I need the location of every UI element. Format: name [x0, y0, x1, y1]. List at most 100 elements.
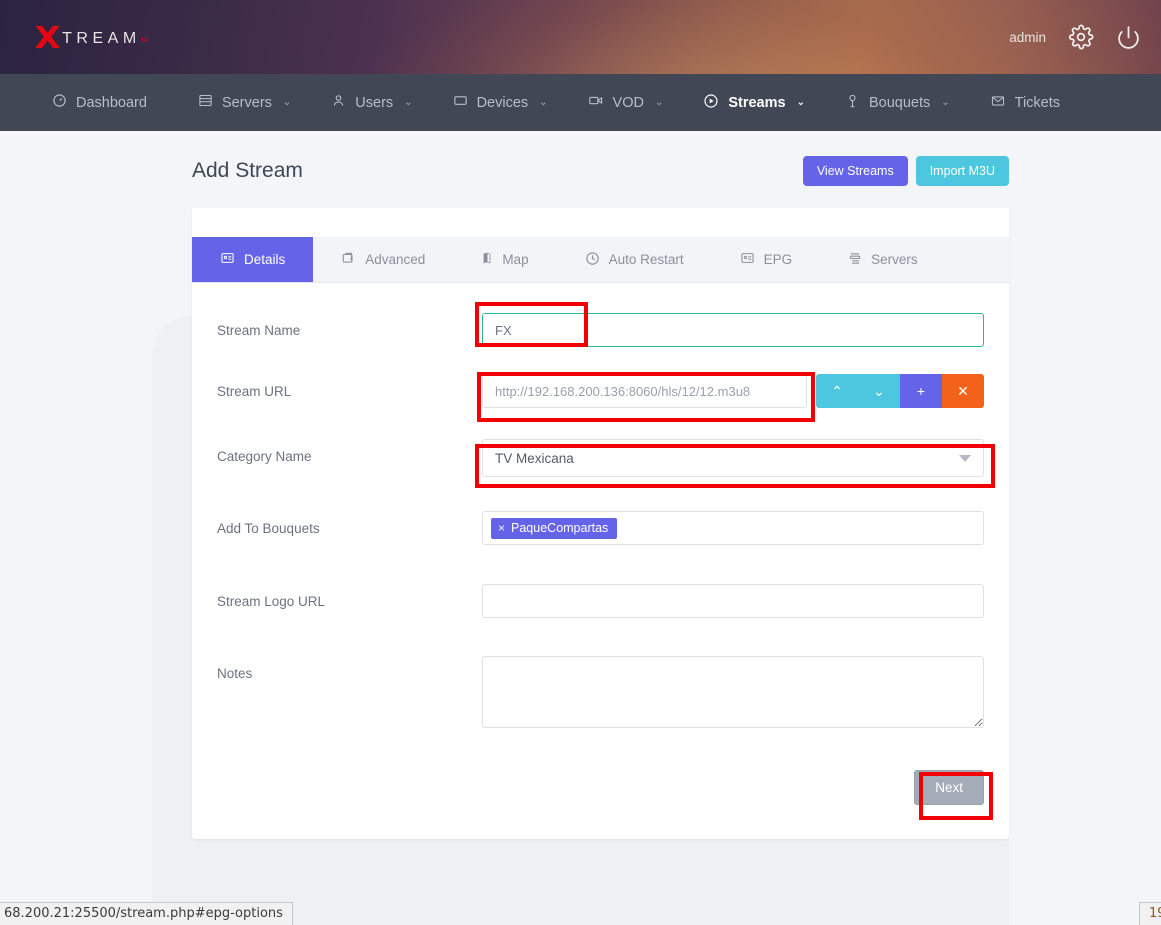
video-icon [588, 93, 604, 112]
nav-label: Users [355, 95, 393, 111]
next-button[interactable]: Next [914, 770, 984, 805]
stream-url-input[interactable] [482, 374, 807, 408]
header-actions: admin [1009, 0, 1141, 74]
epg-icon [740, 251, 755, 268]
tab-advanced[interactable]: Advanced [313, 237, 453, 282]
nav-label: Tickets [1015, 95, 1060, 111]
form-footer: Next [192, 748, 1009, 839]
nav-label: Servers [222, 95, 272, 111]
tab-label: Auto Restart [609, 252, 684, 267]
bouquets-tag-input[interactable]: × PaqueCompartas [482, 511, 984, 545]
nav-label: Streams [728, 95, 785, 111]
tab-details[interactable]: Details [192, 237, 313, 282]
notes-field-wrap [482, 656, 984, 728]
page-action-buttons: View Streams Import M3U [803, 156, 1009, 186]
move-down-button[interactable]: ⌄ [858, 374, 900, 408]
nav-item-streams[interactable]: Streams ⌄ [683, 74, 825, 131]
tab-label: Advanced [365, 252, 425, 267]
nav-item-tickets[interactable]: Tickets [970, 74, 1091, 131]
stream-url-input-wrap [482, 374, 807, 408]
tab-label: Map [502, 252, 528, 267]
notes-label: Notes [217, 656, 482, 681]
tab-epg[interactable]: EPG [712, 237, 821, 282]
device-icon [453, 93, 468, 112]
stream-url-group: ⌃ ⌄ + ✕ [482, 374, 984, 408]
stream-url-buttons: ⌃ ⌄ + ✕ [816, 374, 984, 408]
field-row-notes: Notes [217, 656, 984, 728]
category-name-label: Category Name [217, 439, 482, 464]
clock-icon [585, 251, 600, 269]
logo-superscript: ui [142, 35, 148, 44]
chevron-down-icon: ⌄ [655, 97, 663, 108]
logo-wordmark: TREAM [62, 30, 141, 48]
bouquets-label: Add To Bouquets [217, 511, 482, 536]
nav-label: Dashboard [76, 95, 147, 111]
tab-servers[interactable]: Servers [820, 237, 946, 282]
nav-label: Devices [477, 95, 529, 111]
nav-item-users[interactable]: Users ⌄ [311, 74, 432, 131]
servers-icon [848, 251, 862, 269]
logo-x-mark: X [35, 24, 61, 54]
map-icon [481, 251, 493, 268]
nav-item-vod[interactable]: VOD ⌄ [568, 74, 684, 131]
move-up-button[interactable]: ⌃ [816, 374, 858, 408]
chevron-down-icon: ⌄ [404, 97, 412, 108]
import-m3u-button[interactable]: Import M3U [916, 156, 1009, 186]
tab-auto-restart[interactable]: Auto Restart [557, 237, 712, 282]
remove-tag-icon[interactable]: × [498, 521, 505, 535]
bouquets-field-wrap: × PaqueCompartas [482, 511, 984, 545]
nav-item-dashboard[interactable]: Dashboard [32, 74, 178, 131]
stream-logo-url-label: Stream Logo URL [217, 584, 482, 609]
details-icon [220, 251, 235, 268]
view-streams-button[interactable]: View Streams [803, 156, 908, 186]
nav-label: VOD [613, 95, 644, 111]
stream-name-label: Stream Name [217, 313, 482, 338]
delete-url-button[interactable]: ✕ [942, 374, 984, 408]
browser-status-right: 192 [1139, 902, 1161, 925]
mail-icon [990, 94, 1006, 112]
category-name-value: TV Mexicana [495, 451, 574, 466]
tab-label: EPG [764, 252, 793, 267]
stream-name-input[interactable] [482, 313, 984, 347]
app-root: X TREAM ui admin [0, 0, 1161, 925]
bouquet-tag-label: PaqueCompartas [511, 521, 608, 535]
server-icon [198, 93, 213, 112]
stream-name-field-wrap [482, 313, 984, 347]
tab-map[interactable]: Map [453, 237, 556, 282]
user-icon [331, 93, 346, 112]
nav-item-bouquets[interactable]: Bouquets ⌄ [825, 74, 970, 131]
form-tabs: Details Advanced Map [192, 237, 1009, 283]
stream-url-field-wrap: ⌃ ⌄ + ✕ [482, 374, 984, 408]
stream-icon [703, 93, 719, 113]
bouquet-tag[interactable]: × PaqueCompartas [491, 518, 617, 539]
chevron-down-icon: ⌄ [797, 97, 805, 108]
chevron-down-icon: ⌄ [539, 97, 547, 108]
add-url-button[interactable]: + [900, 374, 942, 408]
chevron-down-icon: ⌄ [941, 97, 949, 108]
advanced-icon [341, 251, 356, 268]
bouquet-icon [845, 93, 860, 113]
category-name-field-wrap: TV Mexicana [482, 439, 984, 477]
category-name-select[interactable]: TV Mexicana [482, 439, 984, 477]
power-icon[interactable] [1116, 25, 1141, 50]
field-row-bouquets: Add To Bouquets × PaqueCompartas [217, 511, 984, 545]
current-username[interactable]: admin [1009, 30, 1046, 45]
page-header: Add Stream View Streams Import M3U [0, 131, 1161, 191]
browser-status-link: 68.200.21:25500/stream.php#epg-options [0, 902, 293, 925]
stream-url-label: Stream URL [217, 374, 482, 399]
page-body: Add Stream View Streams Import M3U Detai… [0, 131, 1161, 925]
nav-item-devices[interactable]: Devices ⌄ [433, 74, 568, 131]
chevron-down-icon: ⌄ [283, 97, 291, 108]
page-title: Add Stream [192, 159, 303, 183]
field-row-category-name: Category Name TV Mexicana [217, 439, 984, 477]
stream-logo-url-field-wrap [482, 584, 984, 618]
stream-logo-url-input[interactable] [482, 584, 984, 618]
card-top-spacer [192, 208, 1009, 237]
tab-label: Details [244, 252, 285, 267]
main-navigation: Dashboard Servers ⌄ Users ⌄ Devices ⌄ [0, 74, 1161, 131]
xtream-logo[interactable]: X TREAM ui [36, 24, 148, 54]
field-row-stream-name: Stream Name [217, 313, 984, 347]
notes-textarea[interactable] [482, 656, 984, 728]
nav-item-servers[interactable]: Servers ⌄ [178, 74, 311, 131]
gear-icon[interactable] [1068, 24, 1094, 50]
